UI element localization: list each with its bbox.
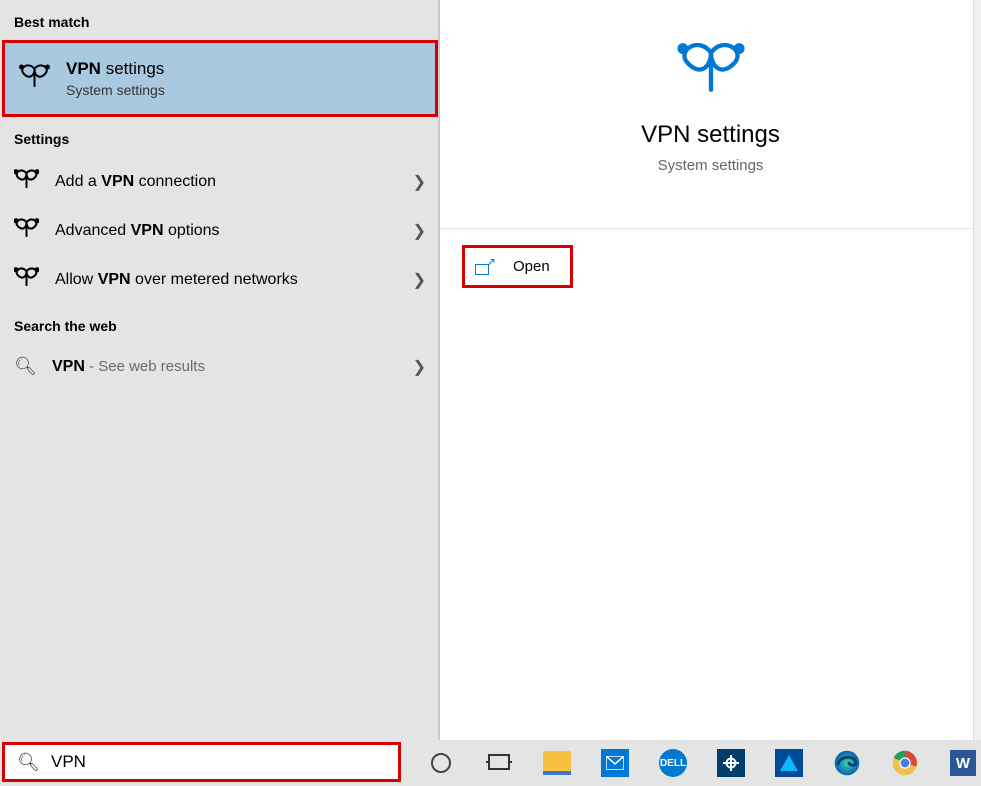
azure-icon[interactable] xyxy=(771,745,807,781)
vpn-icon xyxy=(19,64,50,93)
settings-item-allow-vpn-metered[interactable]: Allow VPN over metered networks ❯ xyxy=(0,255,440,304)
word-icon[interactable]: W xyxy=(945,745,981,781)
chevron-right-icon: ❯ xyxy=(413,357,426,377)
chevron-right-icon: ❯ xyxy=(413,172,426,192)
open-button[interactable]: ↗ Open xyxy=(462,245,573,288)
search-icon: 🔍︎ xyxy=(14,356,36,377)
taskbar-icons: DELL W xyxy=(423,745,981,781)
cortana-icon[interactable] xyxy=(423,745,459,781)
chrome-icon[interactable] xyxy=(887,745,923,781)
detail-panel: VPN settings System settings ↗ Open xyxy=(440,0,981,740)
best-match-label: Best match xyxy=(0,0,440,40)
vpn-icon xyxy=(14,169,39,194)
search-icon: 🔍︎ xyxy=(17,752,37,773)
detail-title: VPN settings xyxy=(450,121,971,149)
best-match-title: VPN settings xyxy=(66,59,165,79)
chevron-right-icon: ❯ xyxy=(413,221,426,241)
search-input[interactable] xyxy=(51,752,386,772)
task-view-icon[interactable] xyxy=(481,745,517,781)
search-results-panel: Best match VPN settings System settings … xyxy=(0,0,440,740)
best-match-result[interactable]: VPN settings System settings xyxy=(2,40,438,117)
best-match-subtitle: System settings xyxy=(66,82,165,98)
dell-icon[interactable]: DELL xyxy=(655,745,691,781)
taskbar: 🔍︎ DELL xyxy=(0,740,981,786)
edge-icon[interactable] xyxy=(829,745,865,781)
settings-item-advanced-vpn[interactable]: Advanced VPN options ❯ xyxy=(0,206,440,255)
open-external-icon: ↗ xyxy=(475,259,495,275)
detail-hero: VPN settings System settings xyxy=(440,0,981,198)
detail-subtitle: System settings xyxy=(450,157,971,174)
chevron-right-icon: ❯ xyxy=(413,270,426,290)
file-explorer-icon[interactable] xyxy=(539,745,575,781)
separator xyxy=(440,228,981,229)
vpn-icon xyxy=(14,218,39,243)
taskbar-search-box[interactable]: 🔍︎ xyxy=(2,742,401,782)
vpn-icon xyxy=(677,81,745,98)
web-section-label: Search the web xyxy=(0,304,440,344)
settings-section-label: Settings xyxy=(0,117,440,157)
mail-icon[interactable] xyxy=(597,745,633,781)
support-icon[interactable] xyxy=(713,745,749,781)
settings-item-add-vpn[interactable]: Add a VPN connection ❯ xyxy=(0,157,440,206)
vpn-icon xyxy=(14,267,39,292)
web-result-vpn[interactable]: 🔍︎ VPN - See web results ❯ xyxy=(0,344,440,389)
scrollbar[interactable] xyxy=(973,0,981,740)
